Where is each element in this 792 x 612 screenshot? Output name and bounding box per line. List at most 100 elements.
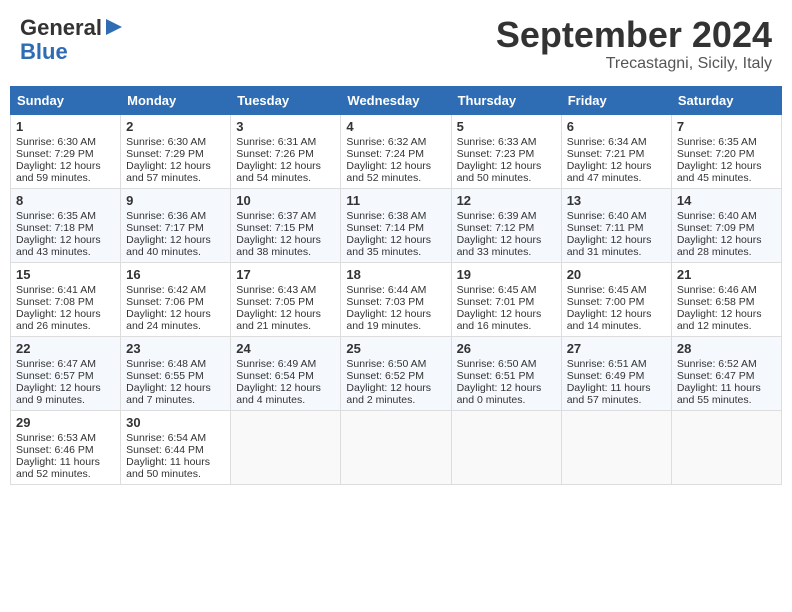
day-number: 12 — [457, 193, 556, 208]
empty-cell — [341, 410, 451, 484]
sunrise-label: Sunrise: 6:40 AM — [677, 210, 757, 222]
day-number: 20 — [567, 267, 666, 282]
sunrise-label: Sunrise: 6:48 AM — [126, 358, 206, 370]
sunrise-label: Sunrise: 6:38 AM — [346, 210, 426, 222]
sunrise-label: Sunrise: 6:47 AM — [16, 358, 96, 370]
sunset-label: Sunset: 7:03 PM — [346, 296, 424, 308]
day-number: 1 — [16, 119, 115, 134]
day-cell-24: 24 Sunrise: 6:49 AM Sunset: 6:54 PM Dayl… — [231, 336, 341, 410]
sunrise-label: Sunrise: 6:50 AM — [346, 358, 426, 370]
sunrise-label: Sunrise: 6:54 AM — [126, 432, 206, 444]
day-cell-13: 13 Sunrise: 6:40 AM Sunset: 7:11 PM Dayl… — [561, 188, 671, 262]
sunrise-label: Sunrise: 6:40 AM — [567, 210, 647, 222]
day-cell-6: 6 Sunrise: 6:34 AM Sunset: 7:21 PM Dayli… — [561, 114, 671, 188]
day-number: 11 — [346, 193, 445, 208]
daylight-label: Daylight: 12 hours and 38 minutes. — [236, 234, 321, 258]
sunrise-label: Sunrise: 6:39 AM — [457, 210, 537, 222]
sunrise-label: Sunrise: 6:31 AM — [236, 136, 316, 148]
empty-cell — [231, 410, 341, 484]
sunset-label: Sunset: 7:23 PM — [457, 148, 535, 160]
sunrise-label: Sunrise: 6:50 AM — [457, 358, 537, 370]
header-thursday: Thursday — [451, 86, 561, 114]
daylight-label: Daylight: 12 hours and 35 minutes. — [346, 234, 431, 258]
sunset-label: Sunset: 6:51 PM — [457, 370, 535, 382]
day-cell-4: 4 Sunrise: 6:32 AM Sunset: 7:24 PM Dayli… — [341, 114, 451, 188]
sunset-label: Sunset: 6:52 PM — [346, 370, 424, 382]
sunrise-label: Sunrise: 6:42 AM — [126, 284, 206, 296]
day-cell-26: 26 Sunrise: 6:50 AM Sunset: 6:51 PM Dayl… — [451, 336, 561, 410]
sunrise-label: Sunrise: 6:30 AM — [16, 136, 96, 148]
day-number: 28 — [677, 341, 776, 356]
sunrise-label: Sunrise: 6:35 AM — [16, 210, 96, 222]
sunset-label: Sunset: 7:20 PM — [677, 148, 755, 160]
empty-cell — [561, 410, 671, 484]
day-cell-18: 18 Sunrise: 6:44 AM Sunset: 7:03 PM Dayl… — [341, 262, 451, 336]
logo: General Blue — [20, 15, 124, 63]
calendar-row-4: 22 Sunrise: 6:47 AM Sunset: 6:57 PM Dayl… — [11, 336, 782, 410]
daylight-label: Daylight: 11 hours and 55 minutes. — [677, 382, 761, 406]
sunrise-label: Sunrise: 6:35 AM — [677, 136, 757, 148]
day-number: 5 — [457, 119, 556, 134]
sunrise-label: Sunrise: 6:30 AM — [126, 136, 206, 148]
sunset-label: Sunset: 6:55 PM — [126, 370, 204, 382]
header-wednesday: Wednesday — [341, 86, 451, 114]
daylight-label: Daylight: 12 hours and 45 minutes. — [677, 160, 762, 184]
sunset-label: Sunset: 6:58 PM — [677, 296, 755, 308]
day-cell-11: 11 Sunrise: 6:38 AM Sunset: 7:14 PM Dayl… — [341, 188, 451, 262]
daylight-label: Daylight: 12 hours and 52 minutes. — [346, 160, 431, 184]
day-number: 18 — [346, 267, 445, 282]
sunset-label: Sunset: 7:21 PM — [567, 148, 645, 160]
empty-cell — [451, 410, 561, 484]
sunrise-label: Sunrise: 6:49 AM — [236, 358, 316, 370]
logo-general: General — [20, 15, 102, 41]
daylight-label: Daylight: 12 hours and 24 minutes. — [126, 308, 211, 332]
day-cell-3: 3 Sunrise: 6:31 AM Sunset: 7:26 PM Dayli… — [231, 114, 341, 188]
sunrise-label: Sunrise: 6:45 AM — [457, 284, 537, 296]
daylight-label: Daylight: 12 hours and 19 minutes. — [346, 308, 431, 332]
day-cell-17: 17 Sunrise: 6:43 AM Sunset: 7:05 PM Dayl… — [231, 262, 341, 336]
logo-arrow-icon — [104, 17, 124, 37]
day-number: 30 — [126, 415, 225, 430]
day-cell-30: 30 Sunrise: 6:54 AM Sunset: 6:44 PM Dayl… — [121, 410, 231, 484]
title-section: September 2024 Trecastagni, Sicily, Ital… — [496, 15, 772, 73]
day-cell-14: 14 Sunrise: 6:40 AM Sunset: 7:09 PM Dayl… — [671, 188, 781, 262]
daylight-label: Daylight: 12 hours and 12 minutes. — [677, 308, 762, 332]
day-number: 22 — [16, 341, 115, 356]
sunrise-label: Sunrise: 6:32 AM — [346, 136, 426, 148]
sunrise-label: Sunrise: 6:46 AM — [677, 284, 757, 296]
sunset-label: Sunset: 6:54 PM — [236, 370, 314, 382]
day-number: 7 — [677, 119, 776, 134]
sunset-label: Sunset: 7:00 PM — [567, 296, 645, 308]
day-cell-9: 9 Sunrise: 6:36 AM Sunset: 7:17 PM Dayli… — [121, 188, 231, 262]
day-number: 25 — [346, 341, 445, 356]
day-cell-19: 19 Sunrise: 6:45 AM Sunset: 7:01 PM Dayl… — [451, 262, 561, 336]
day-cell-2: 2 Sunrise: 6:30 AM Sunset: 7:29 PM Dayli… — [121, 114, 231, 188]
day-number: 17 — [236, 267, 335, 282]
sunrise-label: Sunrise: 6:51 AM — [567, 358, 647, 370]
daylight-label: Daylight: 11 hours and 57 minutes. — [567, 382, 651, 406]
daylight-label: Daylight: 12 hours and 2 minutes. — [346, 382, 431, 406]
sunset-label: Sunset: 6:57 PM — [16, 370, 94, 382]
sunset-label: Sunset: 7:26 PM — [236, 148, 314, 160]
day-number: 6 — [567, 119, 666, 134]
sunset-label: Sunset: 7:24 PM — [346, 148, 424, 160]
day-number: 4 — [346, 119, 445, 134]
day-cell-20: 20 Sunrise: 6:45 AM Sunset: 7:00 PM Dayl… — [561, 262, 671, 336]
sunset-label: Sunset: 7:08 PM — [16, 296, 94, 308]
weekday-header-row: Sunday Monday Tuesday Wednesday Thursday… — [11, 86, 782, 114]
day-cell-21: 21 Sunrise: 6:46 AM Sunset: 6:58 PM Dayl… — [671, 262, 781, 336]
sunrise-label: Sunrise: 6:34 AM — [567, 136, 647, 148]
daylight-label: Daylight: 12 hours and 50 minutes. — [457, 160, 542, 184]
sunset-label: Sunset: 7:15 PM — [236, 222, 314, 234]
calendar-row-3: 15 Sunrise: 6:41 AM Sunset: 7:08 PM Dayl… — [11, 262, 782, 336]
day-number: 15 — [16, 267, 115, 282]
day-number: 23 — [126, 341, 225, 356]
day-cell-8: 8 Sunrise: 6:35 AM Sunset: 7:18 PM Dayli… — [11, 188, 121, 262]
daylight-label: Daylight: 12 hours and 0 minutes. — [457, 382, 542, 406]
daylight-label: Daylight: 11 hours and 50 minutes. — [126, 456, 210, 480]
sunrise-label: Sunrise: 6:45 AM — [567, 284, 647, 296]
sunset-label: Sunset: 6:49 PM — [567, 370, 645, 382]
sunset-label: Sunset: 7:06 PM — [126, 296, 204, 308]
sunset-label: Sunset: 7:29 PM — [16, 148, 94, 160]
daylight-label: Daylight: 12 hours and 40 minutes. — [126, 234, 211, 258]
